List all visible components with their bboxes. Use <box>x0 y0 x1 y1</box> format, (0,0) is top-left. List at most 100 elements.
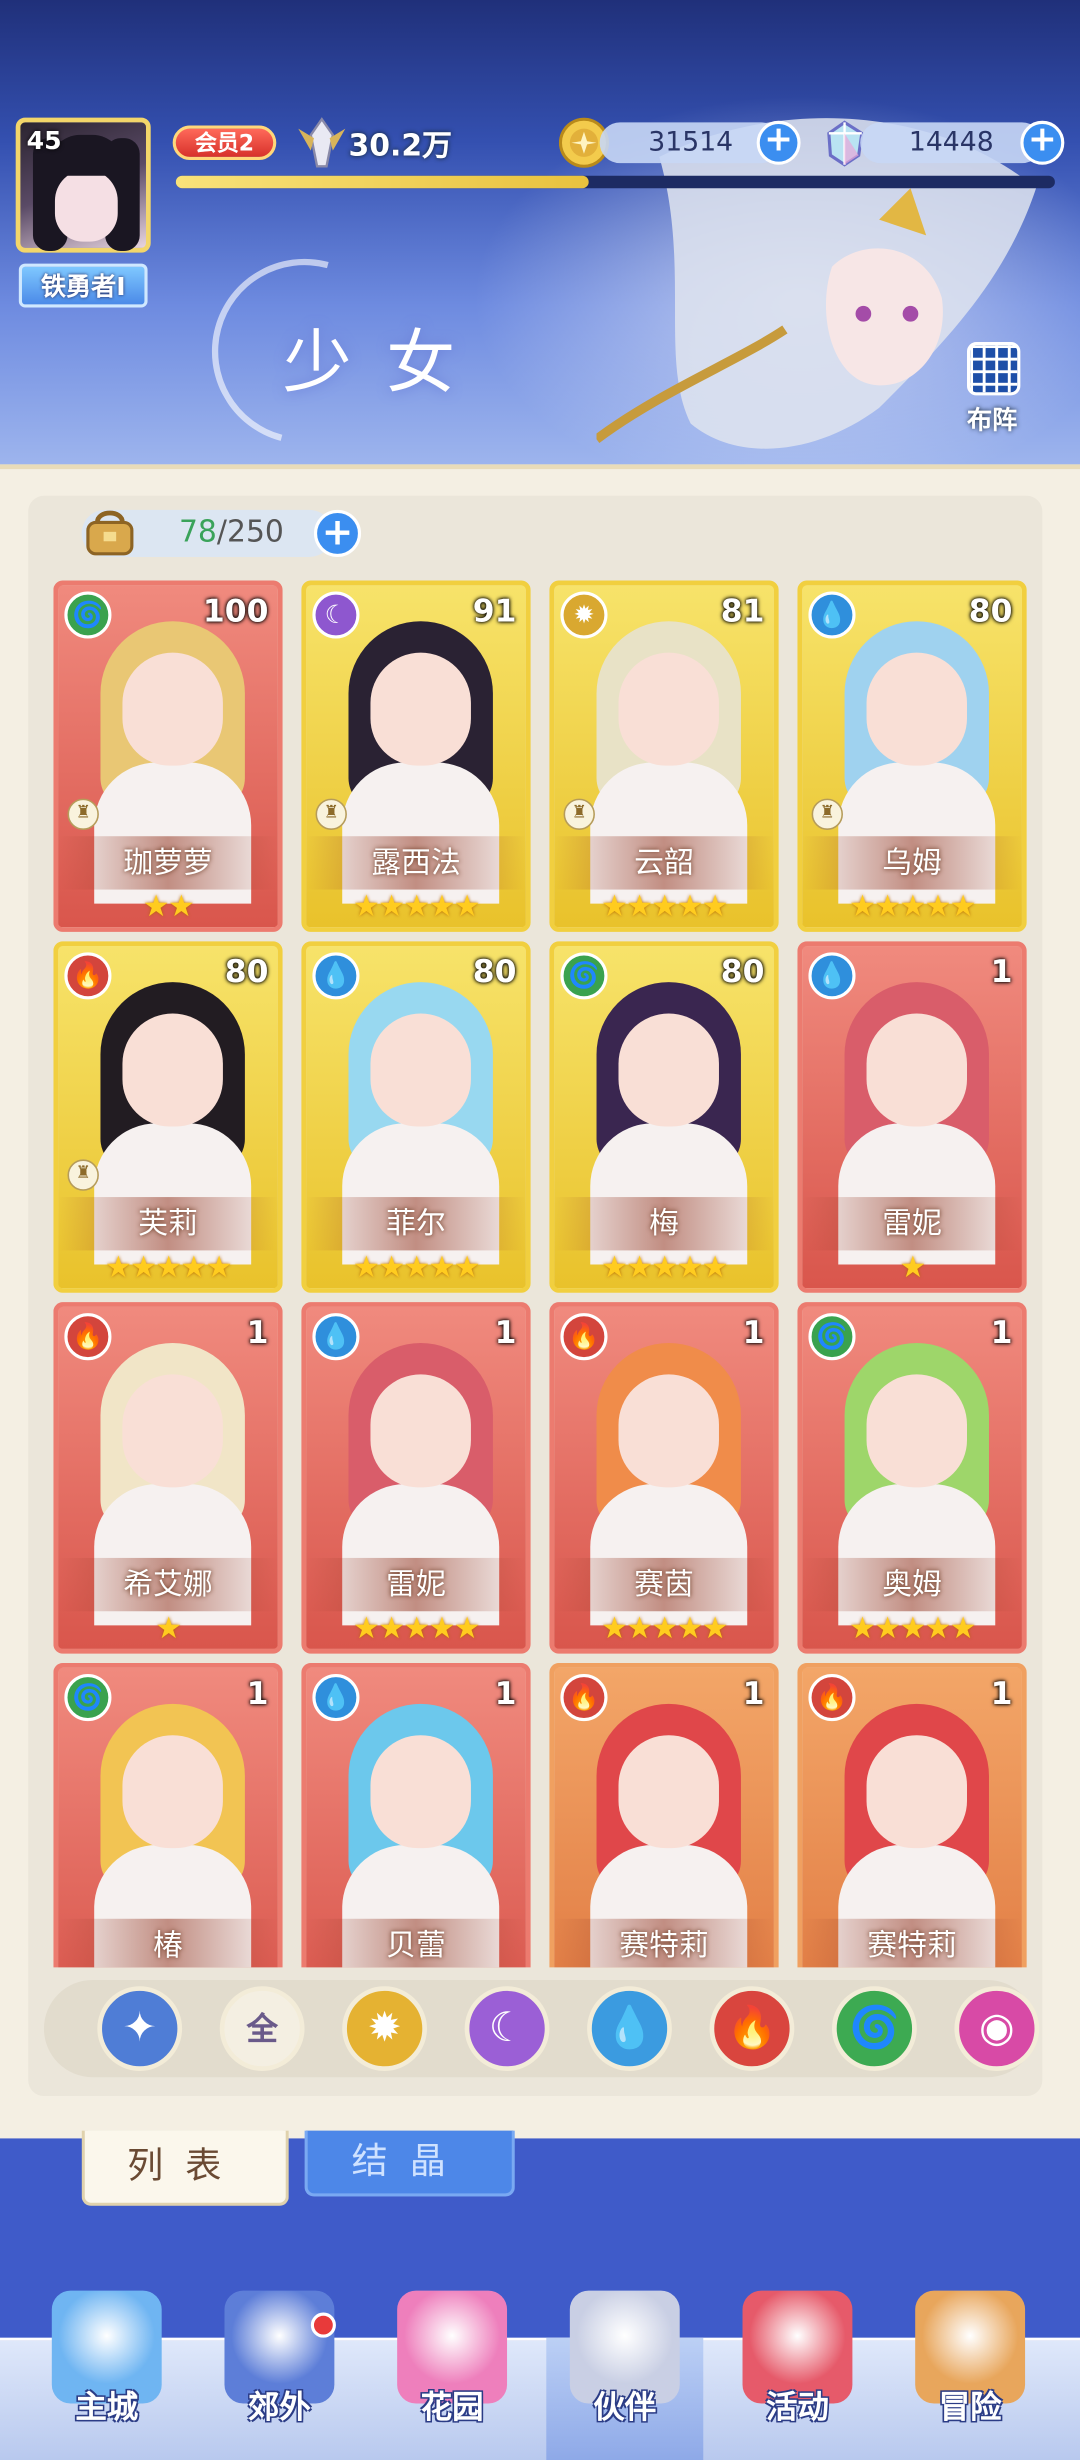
partner-level: 80 <box>720 952 765 990</box>
partner-card[interactable]: 🔥 1 希艾娜 ★ <box>53 1302 283 1654</box>
portrait-face <box>122 1374 223 1488</box>
filter-all-button[interactable]: 全 <box>219 1986 305 2071</box>
partner-level: 80 <box>968 591 1013 630</box>
tab-list[interactable]: 列表 <box>81 2130 289 2206</box>
partner-level: 1 <box>990 1313 1013 1351</box>
nav-label: 主城 <box>75 2387 139 2426</box>
partner-card[interactable]: 💧 80 菲尔 ★★★★★ <box>301 941 531 1293</box>
filter-all-elements-button[interactable]: ✦ <box>97 1986 183 2071</box>
rank-icon: ♜ <box>67 1159 99 1191</box>
partner-card[interactable]: 🔥 1 赛特莉 <box>549 1663 779 1968</box>
partner-card[interactable]: 🌀 1 椿 <box>53 1663 283 1968</box>
nav-compass[interactable]: 冒险 <box>892 2290 1049 2460</box>
capacity-max: /250 <box>216 514 284 550</box>
partner-card[interactable]: ☾ 91 ♜ 露西法 ★★★★★ <box>301 580 531 932</box>
nav-heart[interactable]: 花园 <box>374 2290 531 2460</box>
nav-magic-circle[interactable]: 郊外 <box>201 2290 358 2460</box>
partner-level: 1 <box>494 1313 517 1351</box>
partner-name: 露西法 <box>306 836 526 890</box>
water-element-icon: 💧 <box>808 952 856 1000</box>
partner-card[interactable]: 🔥 1 赛茵 ★★★★★ <box>549 1302 779 1654</box>
capacity-text: 78/250 <box>179 515 284 550</box>
partner-card-grid: 🌀 100 ♜ 珈萝萝 ★★ ☾ 91 ♜ 露西法 ★★★★★ ✹ 81 ♜ 云… <box>53 580 1029 1968</box>
add-crystal-button[interactable]: + <box>1020 120 1065 165</box>
partner-card[interactable]: 🌀 100 ♜ 珈萝萝 ★★ <box>53 580 283 932</box>
nav-label: 活动 <box>766 2387 829 2426</box>
partner-card[interactable]: 🌀 80 梅 ★★★★★ <box>549 941 779 1293</box>
section-title: 少女 <box>282 323 490 404</box>
formation-button[interactable]: 布阵 <box>954 333 1029 437</box>
partner-stars: ★ <box>155 1611 182 1646</box>
portrait-face <box>866 652 967 766</box>
partner-stars: ★★★★★ <box>353 889 480 925</box>
partner-name: 贝蕾 <box>306 1918 526 1968</box>
partner-level: 100 <box>202 591 269 630</box>
partner-stars: ★★★★★ <box>353 1250 480 1285</box>
partner-card[interactable]: 🔥 80 ♜ 芙莉 ★★★★★ <box>53 941 283 1293</box>
vip-badge[interactable]: 会员2 <box>172 125 277 161</box>
filter-dark-button[interactable]: ☾ <box>464 1986 550 2071</box>
partner-level: 80 <box>224 952 269 990</box>
fire-element-icon: 🔥 <box>808 1674 856 1722</box>
notification-badge <box>310 2312 336 2338</box>
exp-bar-fill <box>175 175 589 189</box>
partner-stars: ★★★★★ <box>849 889 976 925</box>
partner-stars: ★★★★★ <box>601 1611 728 1646</box>
filter-fire-button[interactable]: 🔥 <box>709 1986 795 2071</box>
wind-element-icon: 🌀 <box>64 591 112 639</box>
partner-level: 1 <box>246 1674 269 1712</box>
partner-name: 赛茵 <box>554 1557 774 1612</box>
partner-name: 芙莉 <box>58 1197 278 1251</box>
add-gold-button[interactable]: + <box>756 120 801 165</box>
filter-special-button[interactable]: ◉ <box>954 1986 1040 2071</box>
gold-amount: 31514 <box>599 122 782 164</box>
exp-bar <box>175 175 1055 189</box>
power-wings-icon <box>298 117 346 168</box>
top-banner: 少女 45 铁勇者I 会员2 30.2万 31514 + 14448 + 布阵 <box>0 0 1080 503</box>
portrait-face <box>618 1374 719 1488</box>
filter-light-button[interactable]: ✹ <box>342 1986 427 2071</box>
nav-label: 花园 <box>420 2387 484 2426</box>
partner-card[interactable]: 💧 1 雷妮 ★ <box>797 941 1027 1293</box>
player-name[interactable]: 铁勇者I <box>18 263 148 308</box>
rank-icon: ♜ <box>315 798 347 830</box>
portrait-face <box>618 1735 719 1849</box>
portrait-face <box>866 1374 967 1488</box>
partner-card[interactable]: 💧 1 贝蕾 <box>301 1663 531 1968</box>
partner-card[interactable]: 💧 80 ♜ 乌姆 ★★★★★ <box>797 580 1027 932</box>
capacity-bar: 78/250 + <box>81 509 362 557</box>
partner-level: 1 <box>742 1674 765 1712</box>
partner-name: 梅 <box>554 1197 774 1251</box>
nav-gift[interactable]: 活动 <box>719 2290 876 2460</box>
filter-water-button[interactable]: 💧 <box>587 1986 672 2071</box>
partner-card[interactable]: 🔥 1 赛特莉 <box>797 1663 1027 1968</box>
nav-label: 郊外 <box>248 2387 311 2426</box>
fire-element-icon: 🔥 <box>560 1313 608 1361</box>
expand-capacity-button[interactable]: + <box>313 509 362 557</box>
partner-name: 赛特莉 <box>802 1918 1022 1968</box>
tab-crystal[interactable]: 结晶 <box>304 2130 515 2197</box>
formation-grid-icon <box>966 342 1021 396</box>
capacity-current: 78 <box>178 514 217 550</box>
crystal-amount: 14448 <box>860 122 1043 164</box>
partner-name: 椿 <box>58 1918 278 1968</box>
game-screen: 少女 45 铁勇者I 会员2 30.2万 31514 + 14448 + 布阵 … <box>0 0 1080 2460</box>
nav-partner[interactable]: 伙伴 <box>546 2290 704 2460</box>
portrait-face <box>370 1013 471 1127</box>
portrait-face <box>370 1374 471 1488</box>
partner-card[interactable]: 💧 1 雷妮 ★★★★★ <box>301 1302 531 1654</box>
rank-icon: ♜ <box>811 798 843 830</box>
portrait-face <box>122 1013 223 1127</box>
partner-level: 81 <box>720 591 765 630</box>
partner-stars: ★★★★★ <box>105 1250 232 1285</box>
bag-icon <box>86 510 134 556</box>
portrait-face <box>370 1735 471 1849</box>
partner-card[interactable]: 🌀 1 奥姆 ★★★★★ <box>797 1302 1027 1654</box>
partner-name: 希艾娜 <box>58 1557 278 1612</box>
filter-wind-button[interactable]: 🌀 <box>831 1986 917 2071</box>
player-avatar[interactable]: 45 <box>15 117 151 253</box>
nav-castle[interactable]: 主城 <box>28 2290 185 2460</box>
partner-card[interactable]: ✹ 81 ♜ 云韶 ★★★★★ <box>549 580 779 932</box>
partner-name: 雷妮 <box>802 1197 1022 1251</box>
partner-stars: ★★★★★ <box>849 1611 976 1646</box>
